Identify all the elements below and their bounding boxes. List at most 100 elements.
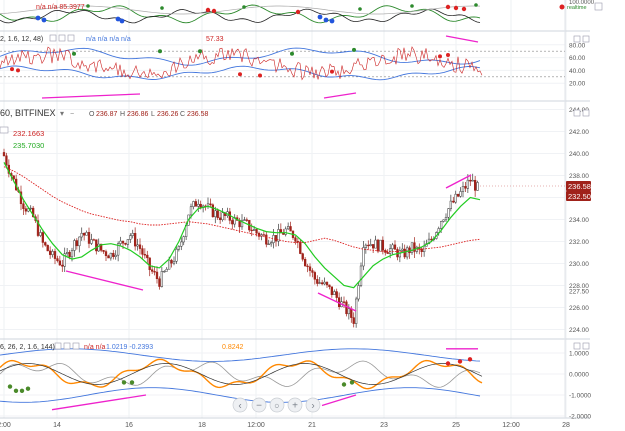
candle-body	[403, 248, 406, 258]
zoom-in-button[interactable]: +	[287, 397, 303, 413]
candle-body	[39, 232, 42, 236]
y-tick-label-pane3: -1.0000	[569, 393, 591, 400]
candle-body	[199, 203, 202, 208]
pane3-legend-na: n/a n/a	[84, 344, 106, 351]
candle-body	[218, 217, 222, 221]
pane3-legend-tail: 0.8242	[222, 344, 244, 351]
main-legend-red: 232.1663	[13, 129, 44, 138]
candle-body	[56, 258, 59, 262]
main-red-legend-swatch	[0, 126, 9, 134]
candle-body	[454, 193, 457, 203]
candle-body	[61, 264, 64, 267]
candle-body	[68, 252, 71, 258]
candle-body	[449, 200, 453, 209]
candle-body	[24, 208, 28, 212]
pane1-blue-marker	[119, 18, 125, 24]
y-tick-label-pane2: 20.00	[569, 81, 586, 88]
current-price-badge: 236.58	[566, 181, 591, 191]
candle-body	[262, 234, 266, 236]
candle-body	[320, 282, 324, 285]
pane2-settings-icon[interactable]	[49, 34, 57, 42]
candle-body	[143, 254, 147, 256]
candle-body	[70, 250, 74, 258]
y-axis: 244.00242.00240.00238.00236.00234.00232.…	[569, 0, 595, 421]
scroll-left-button[interactable]: ‹	[232, 397, 248, 413]
main-symbol-menu-icon[interactable]: −	[70, 111, 74, 118]
candle-body	[189, 206, 193, 216]
candle-body	[471, 179, 474, 182]
pane1-green-marker	[410, 4, 414, 8]
pane1-green-marker	[160, 6, 164, 10]
candle-body	[141, 248, 144, 255]
pane2-red-marker	[16, 68, 20, 73]
candle-body	[367, 244, 370, 247]
main-legend-green: 235.7030	[13, 141, 44, 150]
candle-body	[29, 207, 32, 210]
pane3-maximize-icon[interactable]	[573, 342, 581, 350]
x-axis: 2:00 14 16 18 12:00 21 23 25 12:00 28	[0, 422, 570, 429]
slow-ma-line	[3, 166, 481, 252]
secondary-price-badge: 232.50	[566, 191, 591, 201]
x-tick-label: 21	[308, 422, 316, 429]
y-tick-label-pane3: 0.0000	[569, 372, 589, 379]
pane3-close-icon[interactable]	[72, 342, 80, 350]
pane-separators	[0, 0, 590, 419]
candle-body	[328, 284, 331, 288]
pane1-blue-marker	[317, 14, 323, 20]
candle-body	[444, 217, 448, 221]
pane2-red-marker	[438, 54, 442, 59]
candle-body	[2, 152, 6, 157]
main-close-icon[interactable]	[582, 109, 590, 117]
pane3-green-marker	[341, 382, 347, 387]
zoom-out-button[interactable]: −	[251, 397, 267, 413]
main-maximize-icon[interactable]	[573, 109, 581, 117]
y-tick-label-pane2: 40.00	[569, 68, 586, 75]
pane2-maximize-icon[interactable]	[573, 35, 581, 43]
pane2-close-icon[interactable]	[67, 34, 75, 42]
candle-body	[104, 251, 108, 257]
trading-chart[interactable]: 244.00242.00240.00238.00236.00234.00232.…	[0, 0, 625, 431]
pane1-blue-marker	[323, 17, 329, 23]
x-tick-label: 16	[125, 422, 133, 429]
candle-body	[466, 179, 470, 189]
scroll-right-button[interactable]: ›	[305, 397, 321, 413]
pane3-eye-icon[interactable]	[63, 342, 71, 350]
candle-body	[112, 252, 115, 257]
pane1-red-marker	[211, 8, 217, 14]
candle-body	[211, 204, 215, 218]
pane2-close-pane-icon[interactable]	[582, 35, 590, 43]
ohlc-o-label: O	[89, 111, 95, 118]
candle-body	[216, 210, 219, 219]
reset-icon: ○	[274, 401, 279, 411]
ohlc-l-label: L	[151, 111, 155, 118]
candle-body	[53, 251, 57, 259]
pane3-legend-values: 1.0219 -0.2393	[106, 344, 153, 351]
pane2-red-marker	[258, 73, 262, 78]
ohlc-c-label: C	[180, 111, 185, 118]
candle-body	[209, 203, 212, 206]
candle-body	[85, 232, 88, 236]
candle-body	[379, 239, 382, 252]
pane3-red-marker	[445, 361, 451, 366]
reset-zoom-button[interactable]: ○	[269, 397, 285, 413]
y-tick-label-main: 224.00	[569, 327, 589, 334]
pane1-legend: n/a n/a 85.3977 realtime	[36, 2, 603, 11]
candle-body	[442, 219, 445, 222]
main-symbol-dropdown-icon[interactable]: ▾	[60, 109, 64, 118]
ohlc-h-value: 236.86	[127, 111, 149, 118]
candle-body	[102, 250, 105, 252]
candle-body	[473, 179, 477, 191]
candle-body	[296, 241, 300, 243]
pane2-eye-icon[interactable]	[58, 34, 66, 42]
pane2-green-marker	[290, 51, 294, 56]
pane3-close-pane-icon[interactable]	[582, 342, 590, 350]
candle-body	[119, 240, 122, 244]
pane3-settings-icon[interactable]	[54, 342, 62, 350]
candle-body	[126, 239, 130, 245]
candle-body	[158, 278, 161, 287]
candle-body	[192, 201, 195, 207]
pane2-green-marker	[72, 51, 76, 56]
main-symbol: 60, BITFINEX	[0, 108, 56, 118]
candle-body	[129, 235, 132, 240]
candle-body	[330, 286, 334, 295]
